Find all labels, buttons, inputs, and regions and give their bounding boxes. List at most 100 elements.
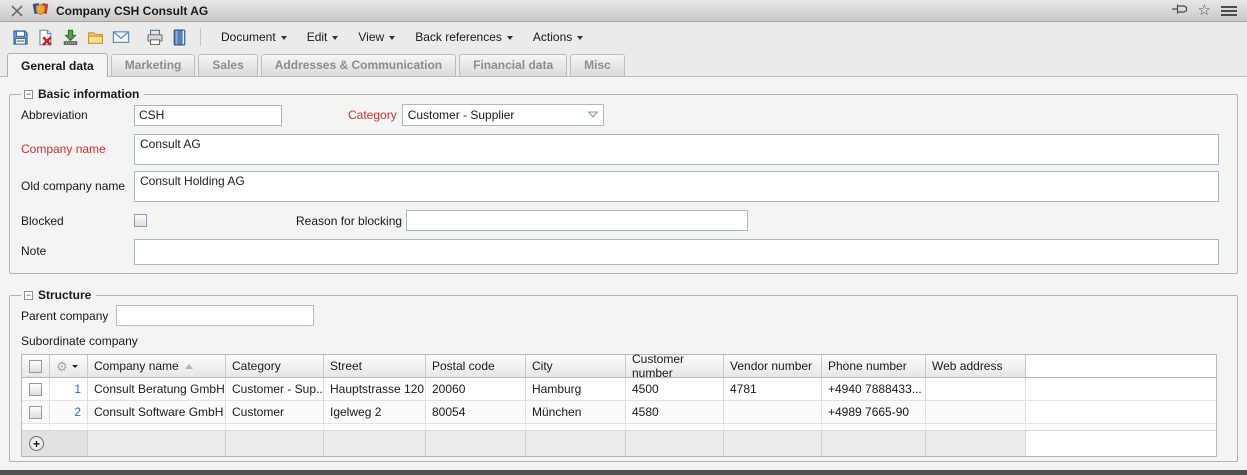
cell-customer-number: 4580 — [626, 401, 724, 423]
column-header-street[interactable]: Street — [324, 355, 426, 377]
table-row[interactable]: 1 Consult Beratung GmbH Customer - Sup..… — [22, 378, 1216, 401]
hamburger-menu-icon[interactable] — [1221, 4, 1237, 18]
open-folder-icon[interactable] — [83, 25, 108, 49]
tab-general-data[interactable]: General data — [7, 53, 108, 77]
cell-company-name: Consult Software GmbH — [88, 401, 226, 423]
table-add-row: + — [22, 430, 1216, 456]
column-header-company-name[interactable]: Company name — [88, 355, 226, 377]
export-icon[interactable] — [58, 25, 83, 49]
tab-marketing[interactable]: Marketing — [111, 54, 196, 76]
cell-vendor-number: 4781 — [724, 378, 822, 400]
table-header-row: ⚙ Company name Category Street Postal co… — [22, 355, 1216, 378]
column-header-postal-code[interactable]: Postal code — [426, 355, 526, 377]
blocked-checkbox[interactable] — [134, 214, 147, 227]
column-header-customer-number[interactable]: Customer number — [626, 355, 724, 377]
cell-web-address — [926, 378, 1026, 400]
email-icon[interactable] — [108, 25, 133, 49]
abbreviation-field[interactable] — [134, 105, 282, 126]
subordinate-company-label: Subordinate company — [21, 334, 1219, 348]
app-company-icon — [32, 1, 49, 20]
chevron-down-icon — [507, 36, 513, 40]
column-header-category[interactable]: Category — [226, 355, 324, 377]
select-all-checkbox[interactable] — [22, 355, 50, 377]
pin-icon[interactable] — [1171, 2, 1188, 19]
cell-postal-code: 20060 — [426, 378, 526, 400]
company-name-label: Company name — [21, 134, 134, 156]
old-company-name-label: Old company name — [21, 171, 134, 193]
old-company-name-field[interactable]: Consult Holding AG — [134, 171, 1219, 202]
column-header-vendor-number[interactable]: Vendor number — [724, 355, 822, 377]
favorite-star-icon[interactable]: ☆ — [1198, 4, 1211, 18]
column-header-web-address[interactable]: Web address — [926, 355, 1026, 377]
tab-sales[interactable]: Sales — [198, 54, 257, 76]
sort-ascending-icon — [185, 364, 193, 369]
chevron-down-icon — [332, 36, 338, 40]
tab-addresses-communication[interactable]: Addresses & Communication — [261, 54, 456, 76]
basic-information-section: − Basic information Abbreviation Categor… — [9, 87, 1238, 274]
abbreviation-label: Abbreviation — [21, 108, 134, 122]
column-header-city[interactable]: City — [526, 355, 626, 377]
tab-bar: General data Marketing Sales Addresses &… — [0, 52, 1247, 77]
note-label: Note — [21, 239, 134, 258]
blocked-label: Blocked — [21, 214, 134, 228]
parent-company-field[interactable] — [116, 305, 314, 326]
cell-city: Hamburg — [526, 378, 626, 400]
delete-document-icon[interactable] — [33, 25, 58, 49]
menu-edit[interactable]: Edit — [297, 27, 349, 47]
dropdown-arrow-icon — [587, 108, 599, 122]
menu-view[interactable]: View — [348, 27, 405, 47]
cell-company-name: Consult Beratung GmbH — [88, 378, 226, 400]
cell-street: Hauptstrasse 120 — [324, 378, 426, 400]
subordinate-company-table: ⚙ Company name Category Street Postal co… — [21, 354, 1217, 457]
menu-back-references[interactable]: Back references — [405, 27, 523, 47]
close-icon[interactable] — [10, 3, 25, 18]
save-icon[interactable] — [8, 25, 33, 49]
collapse-icon[interactable]: − — [24, 90, 33, 99]
chevron-down-icon — [389, 36, 395, 40]
basic-information-legend: − Basic information — [21, 87, 144, 101]
collapse-icon[interactable]: − — [24, 291, 33, 300]
toolbar: Document Edit View Back references Actio… — [0, 22, 1247, 52]
window-titlebar: Company CSH Consult AG ☆ — [0, 0, 1247, 22]
structure-legend: − Structure — [21, 288, 96, 302]
cell-street: Igelweg 2 — [324, 401, 426, 423]
tab-misc[interactable]: Misc — [570, 54, 625, 76]
chevron-down-icon — [72, 365, 78, 368]
cell-postal-code: 80054 — [426, 401, 526, 423]
structure-section: − Structure Parent company Subordinate c… — [9, 288, 1238, 462]
print-icon[interactable] — [142, 25, 167, 49]
cell-phone-number: +4989 7665-90 — [822, 401, 926, 423]
row-number-link[interactable]: 1 — [50, 378, 88, 400]
add-row-button[interactable]: + — [29, 436, 44, 451]
row-number-link[interactable]: 2 — [50, 401, 88, 423]
cell-category: Customer — [226, 401, 324, 423]
company-name-field[interactable]: Consult AG — [134, 134, 1219, 165]
gear-icon: ⚙ — [56, 360, 68, 373]
menu-actions[interactable]: Actions — [523, 27, 593, 47]
cell-web-address — [926, 401, 1026, 423]
row-checkbox[interactable] — [22, 378, 50, 400]
reason-for-blocking-label: Reason for blocking — [296, 214, 402, 228]
cell-phone-number: +4940 7888433... — [822, 378, 926, 400]
column-header-phone-number[interactable]: Phone number — [822, 355, 926, 377]
window-title: Company CSH Consult AG — [56, 4, 208, 18]
note-field[interactable] — [134, 239, 1219, 265]
report-icon[interactable] — [167, 25, 192, 49]
category-dropdown[interactable]: Customer - Supplier — [402, 104, 604, 126]
tab-financial-data[interactable]: Financial data — [459, 54, 567, 76]
tab-content-general-data: − Basic information Abbreviation Categor… — [0, 77, 1247, 462]
reason-for-blocking-field[interactable] — [406, 210, 748, 231]
toolbar-separator — [200, 28, 201, 46]
table-row[interactable]: 2 Consult Software GmbH Customer Igelweg… — [22, 401, 1216, 424]
cell-customer-number: 4500 — [626, 378, 724, 400]
menu-document[interactable]: Document — [211, 27, 297, 47]
row-checkbox[interactable] — [22, 401, 50, 423]
category-label: Category — [348, 108, 397, 122]
chevron-down-icon — [577, 36, 583, 40]
window-bottom-edge — [0, 470, 1247, 475]
cell-vendor-number — [724, 401, 822, 423]
column-settings-button[interactable]: ⚙ — [50, 355, 88, 377]
cell-city: München — [526, 401, 626, 423]
chevron-down-icon — [281, 36, 287, 40]
cell-category: Customer - Sup... — [226, 378, 324, 400]
